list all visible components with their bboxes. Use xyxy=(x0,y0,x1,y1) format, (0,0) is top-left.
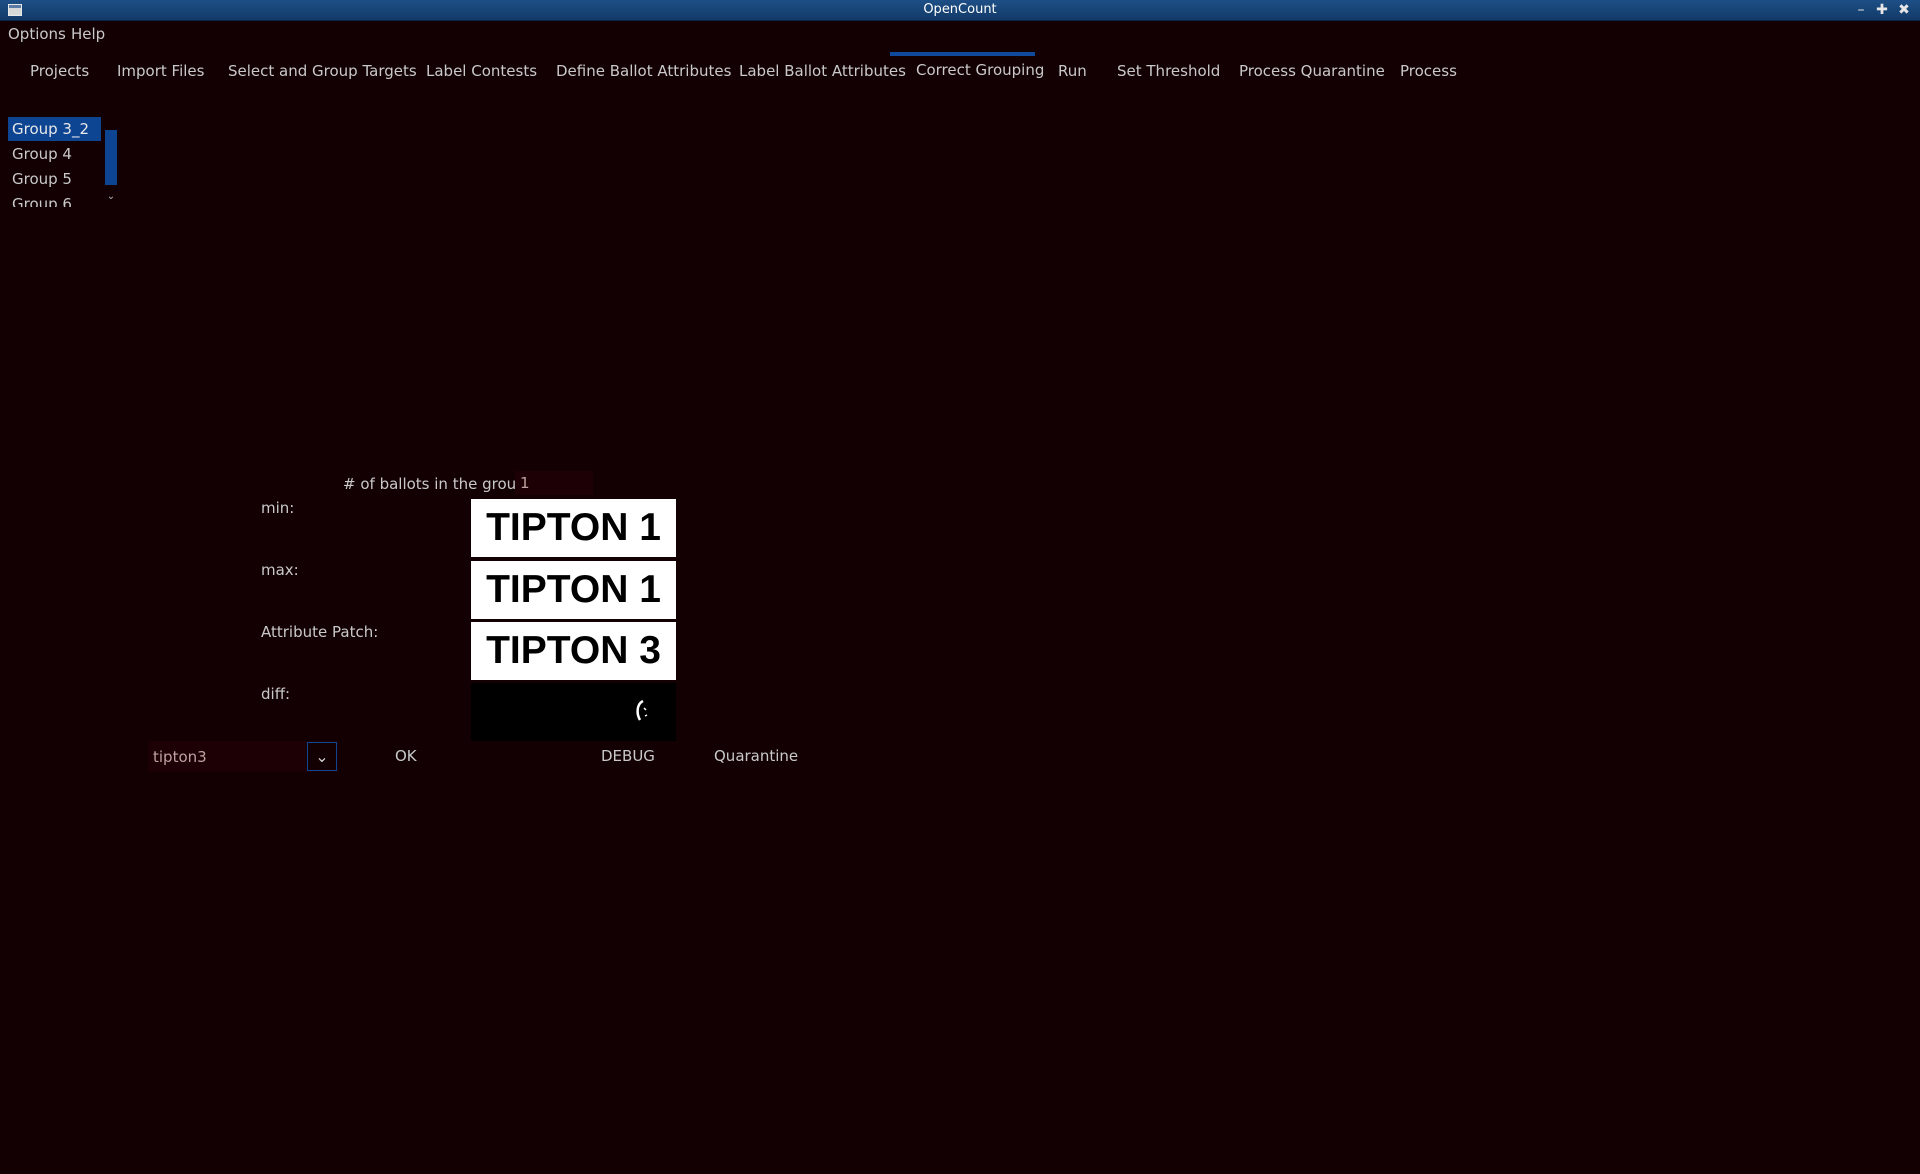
group-list-scrollbar[interactable]: ⌄ xyxy=(105,130,117,210)
minimize-icon[interactable]: – xyxy=(1852,1,1870,19)
ballot-count-value: 1 xyxy=(515,471,593,495)
tab-label-contests[interactable]: Label Contests xyxy=(426,62,537,80)
attribute-patch-image: TIPTON 3 xyxy=(471,622,676,680)
tab-define-ballot-attributes[interactable]: Define Ballot Attributes xyxy=(556,62,731,80)
tab-bar: Projects Import Files Select and Group T… xyxy=(0,52,1920,96)
chevron-down-icon[interactable]: ⌄ xyxy=(105,191,117,203)
group-item-3-2[interactable]: Group 3_2 xyxy=(8,117,101,141)
attribute-patch-label: Attribute Patch: xyxy=(261,623,379,641)
tab-run[interactable]: Run xyxy=(1058,62,1087,80)
window-title: OpenCount xyxy=(923,2,997,17)
chevron-down-icon[interactable]: ⌄ xyxy=(307,742,337,771)
close-icon[interactable]: ✖ xyxy=(1895,1,1913,19)
group-item-4[interactable]: Group 4 xyxy=(8,142,101,166)
ballot-count-label: # of ballots in the group: xyxy=(343,475,531,493)
attribute-value-text[interactable]: tipton3 xyxy=(153,748,207,766)
scrollbar-thumb[interactable] xyxy=(105,130,117,185)
menu-options[interactable]: Options xyxy=(8,25,66,43)
group-item-6[interactable]: Group 6 xyxy=(8,192,101,207)
diff-residue-mark xyxy=(636,699,648,721)
quarantine-button[interactable]: Quarantine xyxy=(714,747,798,765)
tab-correct-grouping[interactable]: Correct Grouping xyxy=(916,61,1044,79)
group-list[interactable]: Group 3_2 Group 4 Group 5 Group 6 xyxy=(8,117,101,207)
max-patch-image: TIPTON 1 xyxy=(471,561,676,619)
tab-projects[interactable]: Projects xyxy=(30,62,89,80)
tab-process-quarantine[interactable]: Process Quarantine xyxy=(1239,62,1385,80)
tab-process[interactable]: Process xyxy=(1400,62,1457,80)
min-patch-image: TIPTON 1 xyxy=(471,499,676,557)
max-label: max: xyxy=(261,561,299,579)
debug-button[interactable]: DEBUG xyxy=(601,747,655,765)
diff-label: diff: xyxy=(261,685,291,703)
tab-set-threshold[interactable]: Set Threshold xyxy=(1117,62,1220,80)
menu-help[interactable]: Help xyxy=(71,25,105,43)
title-bar: OpenCount – ✚ ✖ xyxy=(0,0,1920,21)
attribute-value-combo[interactable]: tipton3 ⌄ xyxy=(148,741,338,772)
tab-select-and-group-targets[interactable]: Select and Group Targets xyxy=(228,62,417,80)
ok-button[interactable]: OK xyxy=(395,747,417,765)
tab-import-files[interactable]: Import Files xyxy=(117,62,204,80)
min-label: min: xyxy=(261,499,295,517)
diff-patch-image xyxy=(471,683,676,741)
group-item-5[interactable]: Group 5 xyxy=(8,167,101,191)
tab-label-ballot-attributes[interactable]: Label Ballot Attributes xyxy=(739,62,906,80)
maximize-icon[interactable]: ✚ xyxy=(1873,1,1891,19)
